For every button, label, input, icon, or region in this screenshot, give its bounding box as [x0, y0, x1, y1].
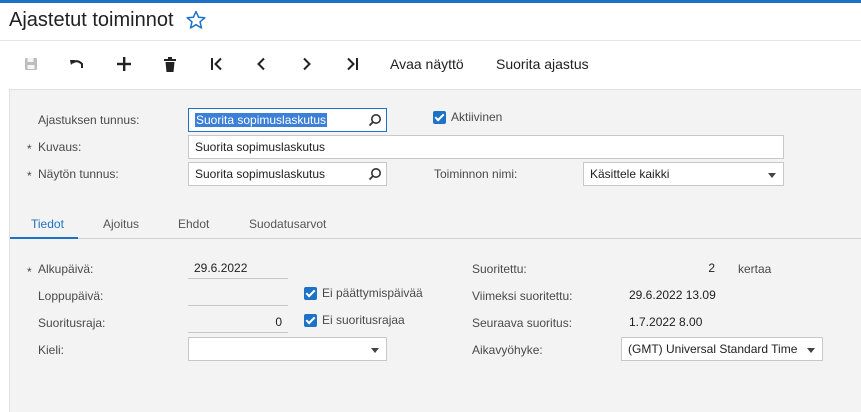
save-icon — [25, 58, 37, 70]
description-value: Suorita sopimuslaskutus — [195, 140, 326, 154]
action-name-select[interactable]: Käsittele kaikki — [583, 162, 784, 186]
next-run-value: 1.7.2022 8.00 — [629, 315, 703, 329]
star-icon[interactable] — [185, 10, 206, 30]
tab-conditions[interactable]: Ehdot — [178, 217, 209, 231]
title-separator — [0, 40, 861, 41]
executed-value: 2 — [708, 261, 715, 275]
active-tab-indicator — [10, 237, 78, 239]
first-record-button[interactable] — [206, 52, 226, 76]
undo-icon — [70, 60, 83, 68]
next-run-field: 1.7.2022 8.00 — [623, 311, 773, 333]
delete-button[interactable] — [160, 52, 180, 76]
tab-filter-values[interactable]: Suodatusarvot — [249, 217, 326, 231]
title-row: Ajastetut toiminnot — [9, 5, 206, 35]
description-label: Kuvaus: — [38, 140, 82, 154]
tab-bar: Tiedot Ajoitus Ehdot Suodatusarvot — [10, 212, 861, 239]
checkbox-checked-icon — [304, 313, 317, 327]
open-screen-button[interactable]: Avaa näyttö — [390, 52, 464, 76]
required-marker: * — [27, 169, 32, 183]
no-run-limit-checkbox[interactable]: Ei suoritusrajaa — [304, 313, 405, 327]
language-label: Kieli: — [38, 343, 65, 357]
last-run-field: 29.6.2022 13.09 — [623, 284, 773, 306]
required-marker: * — [27, 265, 32, 279]
screen-id-value: Suorita sopimuslaskutus — [195, 167, 326, 181]
tab-details[interactable]: Tiedot — [31, 217, 64, 231]
schedule-id-label: Ajastuksen tunnus: — [38, 113, 140, 127]
start-date-value: 29.6.2022 — [194, 260, 248, 275]
end-date-field[interactable] — [188, 284, 288, 306]
executed-label: Suoritettu: — [472, 262, 527, 276]
action-name-value: Käsittele kaikki — [590, 167, 670, 181]
last-record-button[interactable] — [343, 52, 363, 76]
add-button[interactable] — [114, 52, 134, 76]
undo-button[interactable] — [67, 52, 87, 76]
start-date-label: Alkupäivä: — [38, 262, 94, 276]
last-run-value: 29.6.2022 13.09 — [629, 288, 716, 302]
page-title: Ajastetut toiminnot — [9, 8, 174, 31]
add-icon — [117, 57, 131, 71]
toolbar: Avaa näyttö Suorita ajastus — [0, 48, 861, 78]
screen-id-field[interactable]: Suorita sopimuslaskutus — [188, 162, 387, 186]
first-icon — [211, 57, 222, 71]
next-run-label: Seuraava suoritus: — [472, 316, 573, 330]
executed-count: 2 — [621, 257, 721, 279]
required-marker: * — [27, 142, 32, 156]
chevron-down-icon — [768, 173, 776, 178]
description-field[interactable]: Suorita sopimuslaskutus — [188, 135, 784, 159]
run-limit-label: Suoritusraja: — [38, 316, 106, 330]
schedule-form: Ajastuksen tunnus: Suorita sopimuslaskut… — [9, 89, 861, 412]
no-run-limit-label: Ei suoritusrajaa — [322, 313, 405, 327]
timezone-value: (GMT) Universal Standard Time — [628, 342, 798, 356]
active-label: Aktiivinen — [451, 110, 503, 124]
run-limit-value: 0 — [275, 314, 282, 329]
next-record-button[interactable] — [297, 52, 317, 76]
no-end-date-label: Ei päättymispäivää — [322, 286, 423, 300]
active-checkbox[interactable]: Aktiivinen — [433, 110, 502, 124]
checkbox-checked-icon — [304, 286, 317, 300]
run-limit-field[interactable]: 0 — [188, 311, 288, 333]
search-icon[interactable] — [368, 167, 382, 181]
last-icon — [347, 57, 358, 71]
schedule-id-field[interactable]: Suorita sopimuslaskutus — [188, 108, 387, 132]
top-accent-line — [0, 0, 861, 3]
start-date-field[interactable]: 29.6.2022 — [188, 257, 288, 279]
previous-icon — [257, 57, 265, 71]
tab-timing[interactable]: Ajoitus — [103, 217, 139, 231]
no-end-date-checkbox[interactable]: Ei päättymispäivää — [304, 286, 423, 300]
chevron-down-icon — [371, 348, 379, 353]
checkbox-checked-icon — [433, 110, 446, 124]
screen-id-label: Näytön tunnus: — [38, 167, 119, 181]
last-run-label: Viimeksi suoritettu: — [472, 289, 573, 303]
save-button[interactable] — [21, 52, 41, 76]
schedule-id-value: Suorita sopimuslaskutus — [195, 113, 328, 127]
previous-record-button[interactable] — [251, 52, 271, 76]
language-select[interactable] — [188, 337, 387, 361]
action-name-label: Toiminnon nimi: — [434, 167, 518, 181]
next-icon — [303, 57, 311, 71]
end-date-label: Loppupäivä: — [38, 289, 104, 303]
search-icon[interactable] — [368, 113, 382, 127]
timezone-label: Aikavyöhyke: — [472, 343, 543, 357]
chevron-down-icon — [807, 348, 815, 353]
delete-icon — [164, 56, 176, 72]
executed-unit: kertaa — [738, 262, 772, 276]
timezone-select[interactable]: (GMT) Universal Standard Time — [621, 337, 823, 361]
run-schedule-button[interactable]: Suorita ajastus — [496, 52, 589, 76]
